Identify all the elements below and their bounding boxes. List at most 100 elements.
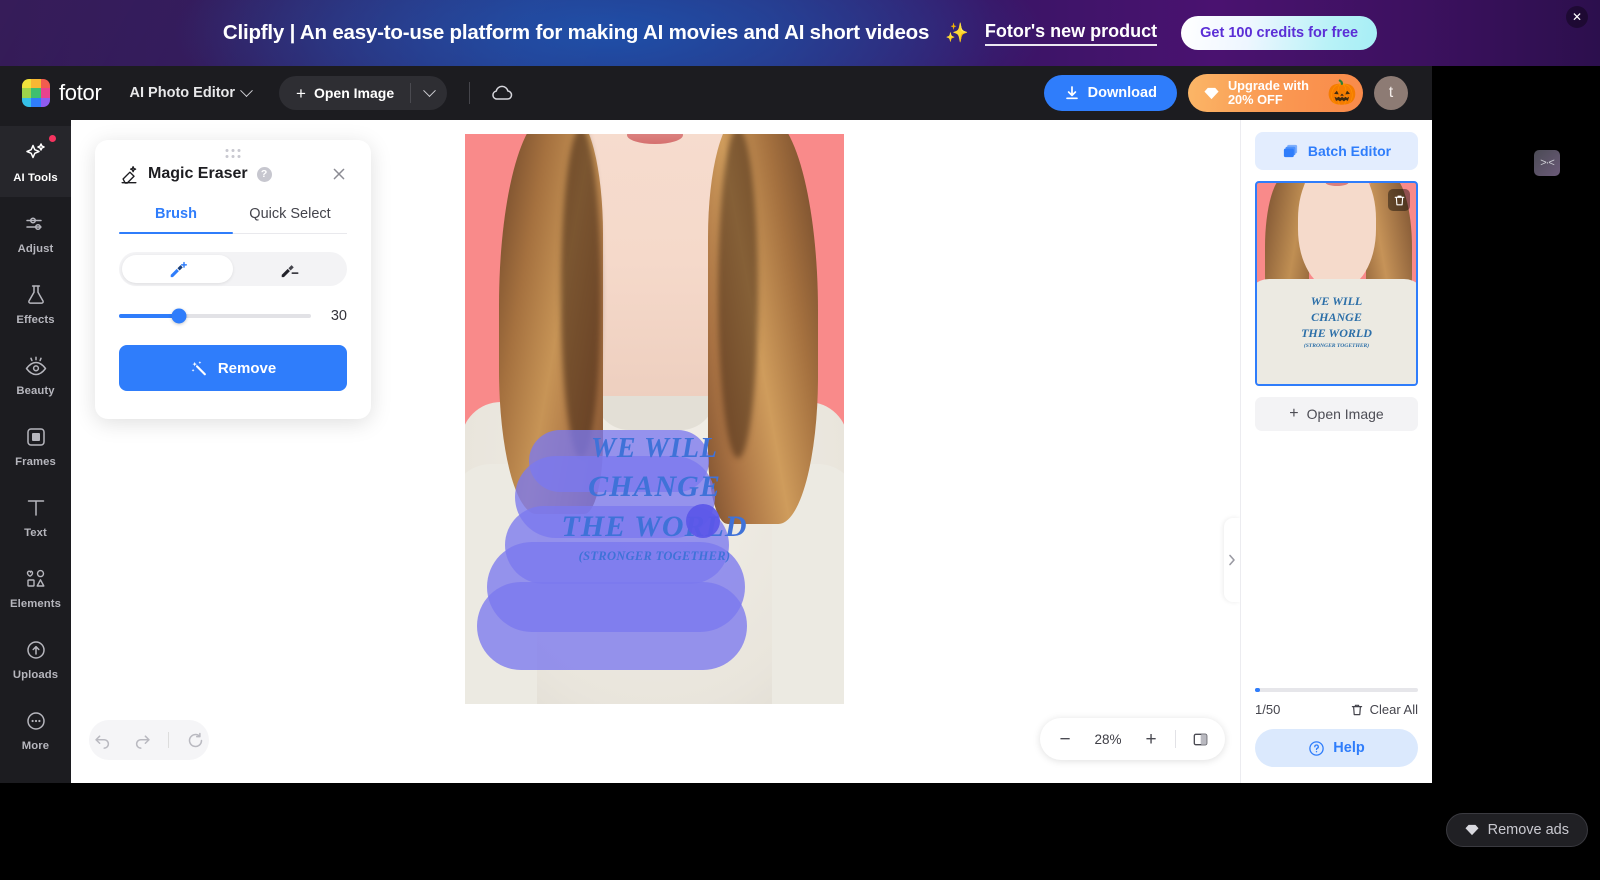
sidebar-item-beauty[interactable]: Beauty (0, 339, 71, 410)
sidebar-item-adjust[interactable]: Adjust (0, 197, 71, 268)
promo-banner-link[interactable]: Fotor's new product (984, 21, 1158, 46)
help-icon[interactable]: ? (256, 166, 272, 182)
compare-split-icon[interactable] (1187, 726, 1213, 752)
sidebar-item-label: Text (24, 526, 47, 539)
photo-hair-shadow-right (718, 134, 758, 458)
avatar[interactable]: t (1374, 76, 1408, 110)
remove-ads-button[interactable]: Remove ads (1445, 813, 1588, 847)
remove-button[interactable]: Remove (119, 345, 347, 391)
thumbnail-item[interactable]: WE WILL CHANGE THE WORLD (STRONGER TOGET… (1255, 181, 1418, 386)
plus-icon: + (1289, 405, 1299, 422)
divider (469, 82, 471, 104)
sidebar-item-more[interactable]: More (0, 694, 71, 765)
panel-spacer (1255, 431, 1418, 688)
sidebar-item-uploads[interactable]: Uploads (0, 623, 71, 694)
chevron-right-icon (1229, 554, 1235, 566)
sidebar-item-effects[interactable]: Effects (0, 268, 71, 339)
thumb-print-text: WE WILL CHANGE THE WORLD (STRONGER TOGET… (1291, 295, 1383, 349)
collapse-workspace-button[interactable]: >·< (1534, 150, 1560, 176)
fotor-logo-text: fotor (59, 80, 102, 105)
mode-selector-label: AI Photo Editor (129, 85, 236, 101)
magic-wand-icon (191, 361, 206, 376)
open-image-panel-button[interactable]: + Open Image (1255, 397, 1418, 431)
flask-icon (27, 284, 44, 304)
magic-eraser-tabs: Brush Quick Select (119, 206, 347, 234)
drag-handle-icon[interactable] (225, 149, 241, 158)
divider (1175, 730, 1176, 748)
chevron-down-icon (422, 83, 436, 97)
clear-all-button[interactable]: Clear All (1350, 702, 1418, 717)
diamond-icon (1465, 824, 1479, 836)
brush-mode-segmented-control (119, 252, 347, 286)
download-icon (1065, 86, 1078, 100)
download-label: Download (1087, 85, 1157, 101)
promo-banner-text: Clipfly | An easy-to-use platform for ma… (222, 21, 930, 44)
open-image-button[interactable]: + Open Image (279, 76, 410, 110)
open-image-panel-label: Open Image (1306, 406, 1384, 422)
sidebar-item-elements[interactable]: Elements (0, 552, 71, 623)
fotor-logo[interactable]: fotor (22, 79, 102, 107)
clear-all-label: Clear All (1369, 702, 1418, 717)
sidebar-item-frames[interactable]: Frames (0, 410, 71, 481)
close-icon[interactable] (331, 166, 347, 182)
batch-editor-button[interactable]: Batch Editor (1255, 132, 1418, 170)
brush-size-slider[interactable] (119, 308, 311, 324)
brush-size-value: 30 (330, 308, 347, 324)
sparkle-icon (25, 142, 45, 158)
photo-hair-shadow-left (561, 134, 601, 458)
trash-icon[interactable] (1388, 189, 1410, 211)
upgrade-label-line1: Upgrade with (1227, 77, 1309, 93)
sidebar-item-label: Uploads (12, 668, 59, 681)
thumb-print-line3: THE WORLD (1301, 325, 1372, 340)
download-button[interactable]: Download (1043, 75, 1177, 111)
eye-icon (25, 355, 46, 375)
open-image-dropdown-button[interactable] (411, 76, 447, 110)
sidebar-item-text[interactable]: Text (0, 481, 71, 552)
upgrade-button[interactable]: Upgrade with 20% OFF 🎃 (1187, 74, 1363, 112)
photo-collar (594, 396, 715, 430)
brush-size-slider-fill (119, 314, 179, 318)
thumb-lips (1325, 183, 1348, 186)
shirt-print-line1: WE WILL (590, 433, 719, 464)
tab-quick-select[interactable]: Quick Select (233, 206, 347, 233)
undo-icon[interactable] (89, 726, 117, 754)
cloud-upload-icon (26, 640, 45, 659)
sidebar-item-ai-tools[interactable]: AI Tools (0, 126, 71, 197)
help-button[interactable]: Help (1255, 729, 1418, 767)
trash-icon (1351, 704, 1362, 715)
brush-erase-icon (281, 265, 298, 278)
redo-icon[interactable] (129, 726, 157, 754)
brush-erase-button[interactable] (233, 255, 344, 283)
sidebar-item-label: Effects (16, 313, 55, 326)
sidebar-item-label: Adjust (17, 242, 54, 255)
thumb-print-line1: WE WILL (1310, 294, 1363, 308)
sidebar-item-label: More (21, 739, 50, 752)
app-header: fotor AI Photo Editor + Open Image Downl… (0, 66, 1432, 120)
image-count: 1/50 (1255, 702, 1281, 717)
pumpkin-icon: 🎃 (1327, 79, 1357, 107)
cloud-icon[interactable] (490, 84, 514, 102)
close-icon[interactable]: ✕ (1566, 6, 1588, 28)
sidebar-item-label: Elements (9, 597, 62, 610)
brush-size-slider-knob[interactable] (171, 308, 187, 324)
sidebar-item-label: AI Tools (13, 171, 58, 184)
brush-add-button[interactable] (122, 255, 233, 283)
sidebar-item-label: Beauty (16, 384, 55, 397)
diamond-icon (1204, 87, 1219, 99)
remove-button-label: Remove (217, 359, 277, 377)
reset-icon[interactable] (181, 726, 209, 754)
panel-collapse-handle[interactable] (1224, 518, 1240, 602)
promo-banner: Clipfly | An easy-to-use platform for ma… (0, 0, 1600, 66)
chevron-down-icon (240, 83, 253, 97)
zoom-value: 28% (1094, 731, 1122, 747)
thumbnail-scrollbar[interactable] (1255, 688, 1418, 692)
mode-selector[interactable]: AI Photo Editor (129, 83, 253, 101)
get-credits-button[interactable]: Get 100 credits for free (1181, 16, 1378, 50)
tab-brush[interactable]: Brush (119, 206, 233, 234)
shirt-print-line2: CHANGE (588, 470, 721, 504)
left-sidebar: AI Tools Adjust Effects Beauty Frames Te… (0, 120, 71, 783)
zoom-in-button[interactable]: + (1138, 726, 1164, 752)
zoom-out-button[interactable]: − (1052, 726, 1078, 752)
thumb-print-line2: CHANGE (1311, 309, 1362, 324)
editing-photo[interactable]: WE WILL CHANGE THE WORLD (STRONGER TOGET… (465, 134, 844, 704)
